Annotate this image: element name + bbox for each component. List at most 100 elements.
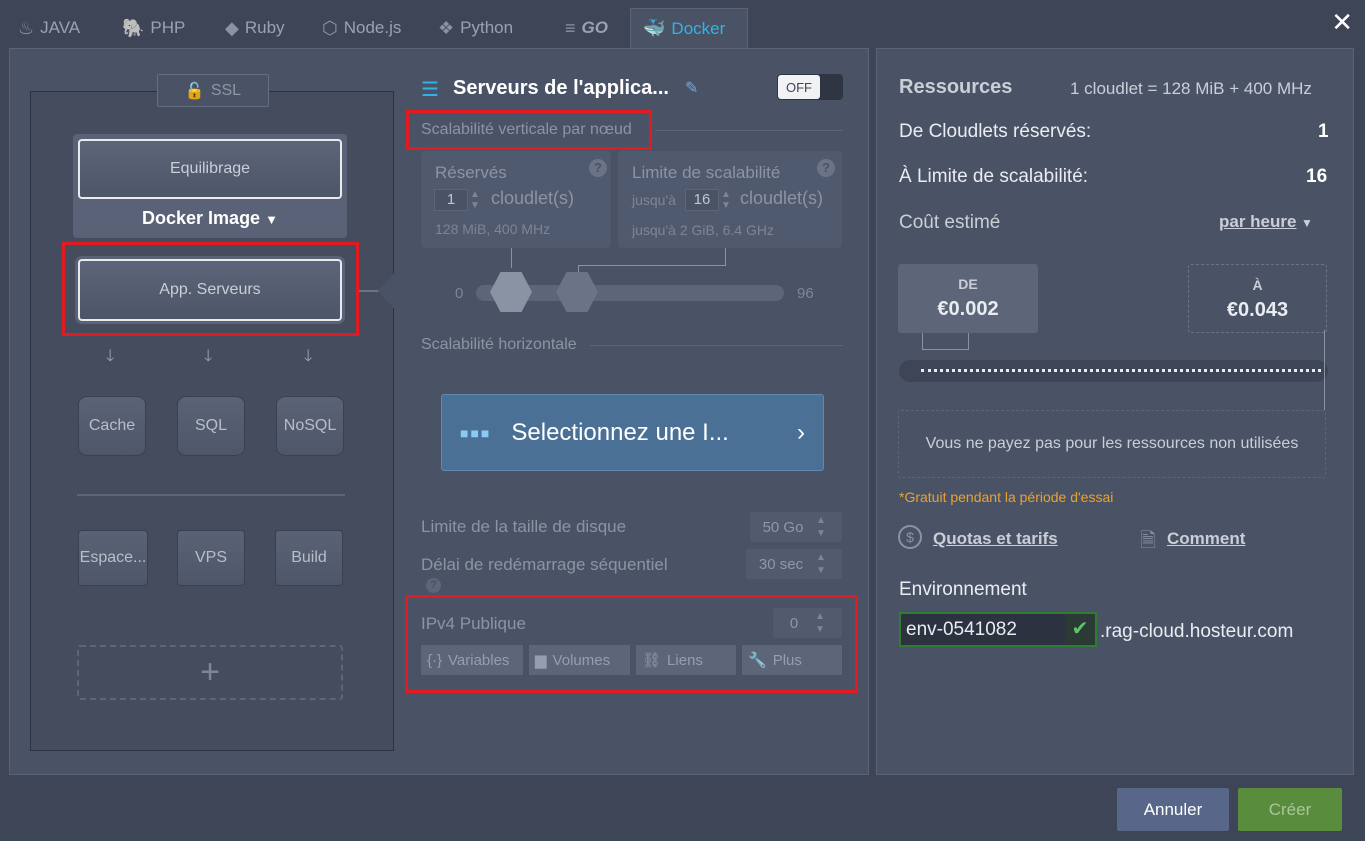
quotas-link[interactable]: Quotas et tarifs — [933, 529, 1058, 549]
tab-python[interactable]: ❖ Python — [438, 8, 513, 48]
from-value: €0.002 — [937, 298, 999, 320]
restart-delay-value[interactable]: 30 sec — [746, 556, 816, 573]
tab-label: GO — [581, 18, 608, 37]
php-icon: 🐘 — [122, 17, 145, 38]
divider — [590, 345, 843, 346]
add-node-button[interactable]: + — [77, 645, 343, 700]
slider-min: 0 — [455, 285, 464, 302]
environment-label: Environnement — [899, 579, 1027, 600]
how-link[interactable]: Comment — [1167, 529, 1245, 549]
cost-from-box: DE €0.002 — [898, 264, 1038, 333]
period-label: par heure — [1219, 212, 1297, 231]
disk-limit-value[interactable]: 50 Go — [750, 519, 816, 536]
help-icon[interactable]: ? — [589, 159, 607, 177]
balancer-label: Equilibrage — [169, 160, 251, 177]
tab-go[interactable]: ≡ GO — [565, 8, 608, 48]
arrow-down-icon: 🡓 — [106, 348, 115, 365]
horizontal-scaling-label: Scalabilité horizontale — [421, 336, 577, 353]
spinner-icon[interactable]: ▲ ▼ — [719, 189, 731, 211]
checkmark-icon: ✔ — [1065, 614, 1095, 645]
env-name-input[interactable]: env-0541082 — [906, 619, 1066, 641]
close-icon[interactable]: ✕ — [1331, 8, 1353, 38]
tab-label: Docker — [671, 18, 726, 38]
tab-php[interactable]: 🐘 PHP — [122, 8, 185, 48]
to-label: À — [1252, 277, 1263, 293]
resources-title: Ressources — [899, 76, 1013, 98]
limit-sub: jusqu'à 2 GiB, 6.4 GHz — [632, 222, 774, 238]
disk-limit-label: Limite de la taille de disque — [421, 517, 627, 536]
tab-label: PHP — [150, 18, 186, 37]
reserved-stepper[interactable]: 1 ▲ ▼ — [434, 189, 484, 211]
balancer-node[interactable]: Equilibrage — [78, 139, 342, 199]
storage-label: Espace... — [79, 549, 147, 566]
reserved-sub: 128 MiB, 400 MHz — [435, 221, 551, 237]
limit-input[interactable]: 16 — [685, 189, 719, 211]
sql-node[interactable]: SQL — [177, 396, 245, 456]
storage-node[interactable]: Espace... — [78, 530, 148, 586]
env-domain: .rag-cloud.hosteur.com — [1100, 621, 1294, 642]
create-button[interactable]: Créer — [1238, 788, 1342, 831]
edit-pencil-icon[interactable]: ✎ — [685, 78, 698, 98]
tab-label: Ruby — [244, 18, 285, 37]
build-label: Build — [291, 549, 327, 566]
reserved-cloudlets-label: De Cloudlets réservés: — [899, 121, 1092, 142]
from-label: DE — [958, 276, 978, 292]
env-name-field[interactable]: env-0541082 ✔ — [899, 612, 1097, 647]
plus-icon: + — [200, 653, 220, 691]
select-image-button[interactable]: ■■■ Selectionnez une I... › — [441, 394, 824, 471]
vps-node[interactable]: VPS — [177, 530, 245, 586]
tab-bar: ♨ JAVA 🐘 PHP ◆ Ruby ⬡ Node.js ❖ Python ≡ GO 🐳 D… — [0, 0, 1365, 48]
cache-node[interactable]: Cache — [78, 396, 146, 456]
connector-line — [922, 333, 923, 349]
connector-pointer — [378, 271, 396, 311]
ssl-button[interactable]: 🔓 SSL — [157, 74, 269, 107]
python-icon: ❖ — [438, 17, 455, 38]
highlight-box — [62, 242, 359, 336]
chevron-right-icon: › — [797, 418, 805, 446]
create-label: Créer — [1268, 799, 1312, 819]
period-dropdown[interactable]: par heure ▼ — [1219, 212, 1313, 232]
highlight-box — [406, 110, 652, 150]
disk-limit-stepper[interactable]: 50 Go ▲ ▼ — [750, 512, 842, 542]
lock-icon: 🔓 — [184, 82, 205, 100]
divider — [77, 494, 345, 496]
cost-to-box: À €0.043 — [1188, 264, 1327, 333]
highlight-box — [405, 595, 858, 693]
document-icon: 🗎 — [1140, 530, 1157, 552]
help-icon[interactable]: ? — [426, 578, 441, 593]
spinner-icon[interactable]: ▲ ▼ — [816, 551, 826, 577]
toggle-switch[interactable]: OFF — [777, 74, 843, 100]
spinner-icon[interactable]: ▲ ▼ — [468, 189, 480, 211]
tab-docker[interactable]: 🐳 Docker — [630, 8, 748, 48]
connector-line — [725, 248, 726, 266]
build-node[interactable]: Build — [275, 530, 343, 586]
cost-range-bar — [899, 360, 1328, 382]
cancel-label: Annuler — [1143, 799, 1203, 819]
restart-delay-stepper[interactable]: 30 sec ▲ ▼ — [746, 549, 842, 579]
tab-ruby[interactable]: ◆ Ruby — [225, 8, 285, 48]
docker-image-label: Docker Image — [142, 208, 261, 228]
scaling-limit-value: 16 — [1306, 166, 1328, 187]
cloudlet-definition: 1 cloudlet = 128 MiB + 400 MHz — [1070, 79, 1312, 98]
scaling-limit-label: À Limite de scalabilité: — [899, 166, 1089, 187]
restart-delay-label: Délai de redémarrage séquentiel — [421, 555, 668, 574]
slider-max: 96 — [797, 285, 814, 302]
reserved-input[interactable]: 1 — [434, 189, 468, 211]
sql-label: SQL — [194, 417, 227, 434]
help-icon[interactable]: ? — [817, 159, 835, 177]
docker-image-dropdown[interactable]: Docker Image ▼ — [73, 208, 347, 229]
ssl-label: SSL — [210, 81, 242, 99]
reserved-unit: cloudlet(s) — [491, 188, 575, 208]
cost-label: Coût estimé — [899, 212, 1001, 233]
caret-down-icon: ▼ — [1300, 216, 1313, 230]
tab-nodejs[interactable]: ⬡ Node.js — [322, 8, 401, 48]
cancel-button[interactable]: Annuler — [1117, 788, 1229, 831]
connector-line — [578, 265, 726, 266]
nosql-node[interactable]: NoSQL — [276, 396, 344, 456]
ruby-icon: ◆ — [225, 17, 239, 38]
node-title[interactable]: Serveurs de l'applica... — [453, 77, 669, 100]
docker-icon: 🐳 — [643, 18, 666, 38]
spinner-icon[interactable]: ▲ ▼ — [816, 514, 826, 540]
tab-java[interactable]: ♨ JAVA — [18, 8, 80, 48]
limit-stepper[interactable]: 16 ▲ ▼ — [685, 189, 735, 211]
